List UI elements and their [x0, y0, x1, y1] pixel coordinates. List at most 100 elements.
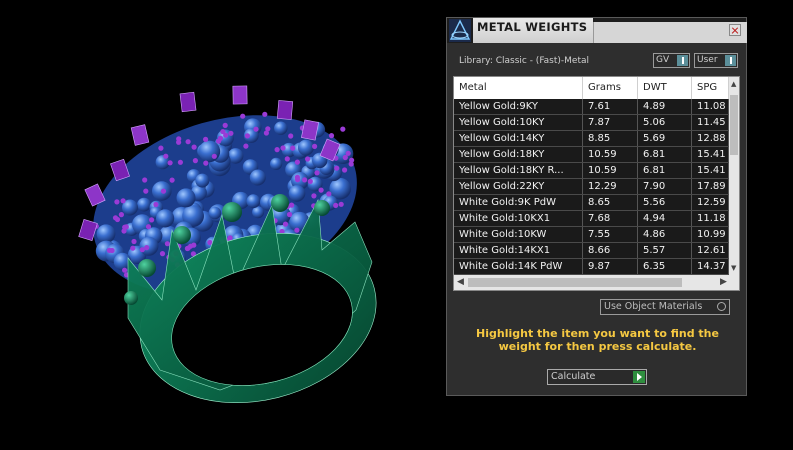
ring-model — [78, 85, 377, 403]
purple-prong-tip — [159, 251, 166, 257]
horizontal-scroll-thumb[interactable] — [468, 278, 682, 287]
panel-title-bar[interactable]: METAL WEIGHTS — [447, 18, 747, 43]
scroll-up-icon[interactable]: ▲ — [731, 79, 736, 89]
radio-icon[interactable] — [717, 302, 726, 311]
table-row[interactable]: Yellow Gold:9KY 7.61 4.89 11.08 — [454, 99, 729, 115]
table-row[interactable]: Yellow Gold:22KY 12.29 7.90 17.89 — [454, 179, 729, 195]
purple-prong-tip — [302, 177, 308, 183]
purple-prong-tip — [139, 247, 145, 253]
purple-prong-tip — [222, 122, 228, 128]
purple-prong-tip — [220, 129, 226, 135]
purple-prong-tip — [294, 227, 300, 233]
horizontal-scrollbar[interactable]: ◀ ▶ — [454, 275, 739, 290]
purple-prong-tip — [253, 126, 259, 132]
blue-bead — [137, 197, 151, 212]
blue-bead — [198, 140, 221, 163]
cell-spg: 11.08 — [692, 99, 729, 114]
purple-prong-tip — [282, 221, 289, 227]
scroll-left-icon[interactable]: ◀ — [457, 277, 464, 287]
user-toggle[interactable]: User — [694, 53, 738, 68]
vertical-scroll-thumb[interactable] — [730, 95, 738, 155]
cell-spg: 15.41 — [692, 147, 729, 162]
column-header-metal[interactable]: Metal — [454, 77, 583, 99]
blue-bead — [246, 194, 261, 209]
blue-bead — [249, 169, 266, 186]
purple-prong-tip — [342, 167, 348, 173]
table-body: Yellow Gold:9KY 7.61 4.89 11.08 Yellow Gold… — [454, 99, 729, 275]
blue-bead — [195, 173, 210, 188]
cell-spg: 12.59 — [692, 195, 729, 210]
table-row[interactable]: White Gold:10KW 7.55 4.86 10.99 — [454, 227, 729, 243]
cell-grams: 9.87 — [583, 259, 638, 274]
cell-grams: 7.87 — [583, 115, 638, 130]
purple-prong-tip — [118, 212, 124, 218]
purple-prong-tip — [153, 201, 159, 208]
use-object-materials-option[interactable]: Use Object Materials — [600, 299, 730, 315]
cell-dwt: 6.81 — [638, 163, 692, 178]
purple-prong-tip — [177, 159, 183, 165]
cell-grams: 7.68 — [583, 211, 638, 226]
purple-prong-tip — [328, 133, 335, 139]
purple-prong-tip — [307, 178, 313, 184]
calculate-button[interactable]: Calculate — [547, 369, 647, 385]
purple-prong-tip — [203, 160, 209, 166]
toggle-indicator-icon — [725, 55, 736, 66]
purple-prong-tip — [122, 267, 128, 273]
gv-toggle-label: GV — [656, 55, 670, 65]
table-row[interactable]: Yellow Gold:10KY 7.87 5.06 11.45 — [454, 115, 729, 131]
table-row[interactable]: White Gold:14K PdW 9.87 6.35 14.37 — [454, 259, 729, 275]
table-row[interactable]: Yellow Gold:18KY R... 10.59 6.81 15.41 — [454, 163, 729, 179]
scroll-right-icon[interactable]: ▶ — [720, 277, 727, 287]
vertical-scrollbar[interactable]: ▲ ▼ — [729, 77, 739, 275]
purple-prong-tip — [244, 133, 250, 139]
purple-prong-tip — [288, 133, 294, 139]
purple-prong-tip — [160, 188, 167, 194]
column-header-spg[interactable]: SPG — [692, 77, 729, 99]
cell-spg: 12.61 — [692, 243, 729, 258]
purple-prong-tip — [334, 165, 340, 171]
table-row[interactable]: White Gold:9K PdW 8.65 5.56 12.59 — [454, 195, 729, 211]
cell-grams: 10.59 — [583, 163, 638, 178]
purple-prong-tip — [284, 156, 290, 162]
cell-metal: White Gold:10KX1 — [454, 211, 583, 226]
scroll-down-icon[interactable]: ▼ — [731, 263, 736, 273]
table-row[interactable]: White Gold:10KX1 7.68 4.94 11.18 — [454, 211, 729, 227]
purple-prong-tip — [262, 111, 268, 117]
blue-bead — [156, 209, 175, 228]
purple-prong-tip — [312, 143, 318, 149]
purple-prong-tip — [286, 211, 293, 218]
column-header-dwt[interactable]: DWT — [638, 77, 692, 99]
cell-metal: Yellow Gold:10KY — [454, 115, 583, 130]
gv-toggle[interactable]: GV — [653, 53, 690, 68]
library-label: Library: Classic - (Fast)-Metal — [459, 56, 590, 66]
table-row[interactable]: Yellow Gold:14KY 8.85 5.69 12.88 — [454, 131, 729, 147]
purple-prong-tip — [211, 153, 217, 159]
purple-prong-tip — [318, 187, 324, 193]
purple-prong-tip — [326, 191, 332, 197]
purple-prong-tip — [142, 177, 148, 183]
table-row[interactable]: White Gold:14KX1 8.66 5.57 12.61 — [454, 243, 729, 259]
cell-grams: 8.66 — [583, 243, 638, 258]
purple-prong-tip — [333, 202, 339, 208]
column-header-grams[interactable]: Grams — [583, 77, 638, 99]
play-arrow-icon — [633, 371, 645, 383]
purple-prong-tip — [120, 198, 126, 204]
purple-prong-tip — [114, 199, 120, 205]
purple-prong-tip — [191, 144, 197, 150]
metal-table: Metal Grams DWT SPG Yellow Gold:9KY 7.61 4… — [453, 76, 740, 291]
cell-grams: 12.29 — [583, 179, 638, 194]
3d-viewport[interactable] — [0, 0, 440, 446]
blue-bead — [274, 121, 288, 135]
purple-prong-setting — [232, 85, 248, 105]
purple-prong-tip — [216, 138, 222, 144]
cell-spg: 14.37 — [692, 259, 729, 274]
purple-prong-tip — [338, 201, 344, 207]
cell-dwt: 4.94 — [638, 211, 692, 226]
table-row[interactable]: Yellow Gold:18KY 10.59 6.81 15.41 — [454, 147, 729, 163]
cell-grams: 10.59 — [583, 147, 638, 162]
cell-spg: 17.89 — [692, 179, 729, 194]
close-icon[interactable] — [729, 24, 741, 36]
cell-dwt: 6.81 — [638, 147, 692, 162]
title-bar-fill — [593, 22, 747, 43]
cell-metal: White Gold:9K PdW — [454, 195, 583, 210]
